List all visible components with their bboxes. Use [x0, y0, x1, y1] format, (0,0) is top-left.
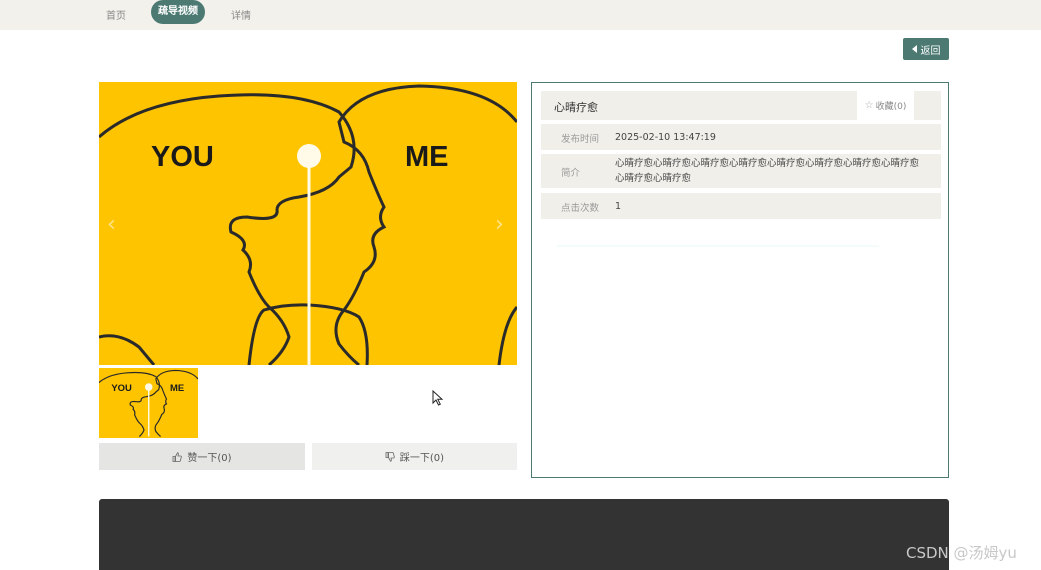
click-count-label: 点击次数	[561, 203, 600, 214]
thumb-me-text: ME	[170, 383, 184, 394]
intro-row: 简介 心晴疗愈心晴疗愈心晴疗愈心晴疗愈心晴疗愈心晴疗愈心晴疗愈心晴疗愈心晴疗愈心…	[541, 154, 941, 188]
chevron-left-icon[interactable]: ‹	[107, 212, 116, 237]
breadcrumb-detail: 详情	[231, 11, 251, 22]
image-carousel: YOU ME ‹ ›	[99, 82, 517, 365]
me-text: ME	[405, 141, 449, 173]
thumbs-down-icon	[385, 451, 395, 462]
caret-left-icon	[911, 45, 917, 53]
dislike-button-label: 踩一下(0)	[399, 453, 445, 464]
intro-value: 心晴疗愈心晴疗愈心晴疗愈心晴疗愈心晴疗愈心晴疗愈心晴疗愈心晴疗愈心晴疗愈心晴疗愈	[615, 158, 920, 184]
heads-illustration: YOU ME	[99, 82, 517, 365]
chevron-right-icon[interactable]: ›	[495, 212, 504, 237]
click-count-row: 点击次数 1	[541, 193, 941, 219]
favorite-button-label: 收藏(0)	[875, 102, 907, 112]
detail-panel: 心晴疗愈 ☆ 收藏(0) 发布时间 2025-02-10 13:47:19 简介…	[531, 82, 949, 478]
publish-time-value: 2025-02-10 13:47:19	[615, 132, 716, 143]
like-button[interactable]: 赞一下(0)	[99, 443, 305, 470]
you-text: YOU	[151, 141, 214, 173]
breadcrumb: 首页 疏导视频 详情	[0, 0, 1041, 30]
thumbs-up-icon	[173, 451, 183, 462]
publish-time-row: 发布时间 2025-02-10 13:47:19	[541, 124, 941, 150]
back-button[interactable]: 返回	[903, 38, 949, 60]
thumb-you-text: YOU	[111, 383, 132, 394]
footer	[99, 499, 949, 570]
like-button-label: 赞一下(0)	[187, 453, 232, 464]
title-row: 心晴疗愈 ☆ 收藏(0)	[541, 91, 941, 120]
star-icon: ☆	[864, 100, 874, 111]
page-title: 心晴疗愈	[554, 101, 598, 114]
mouse-cursor-icon	[432, 390, 444, 406]
image-thumbnail[interactable]: YOU ME	[99, 368, 198, 438]
intro-label: 简介	[561, 168, 581, 179]
breadcrumb-home[interactable]: 首页	[106, 7, 126, 22]
publish-time-label: 发布时间	[561, 134, 600, 145]
favorite-button[interactable]: ☆ 收藏(0)	[857, 91, 914, 120]
breadcrumb-current[interactable]: 疏导视频	[151, 0, 205, 24]
dislike-button[interactable]: 踩一下(0)	[312, 443, 517, 470]
thumbnail-illustration: YOU ME	[99, 369, 198, 437]
click-count-value: 1	[615, 201, 622, 212]
watermark: CSDN @汤姆yu	[906, 544, 1017, 562]
divider	[557, 245, 879, 247]
back-button-label: 返回	[920, 45, 941, 57]
